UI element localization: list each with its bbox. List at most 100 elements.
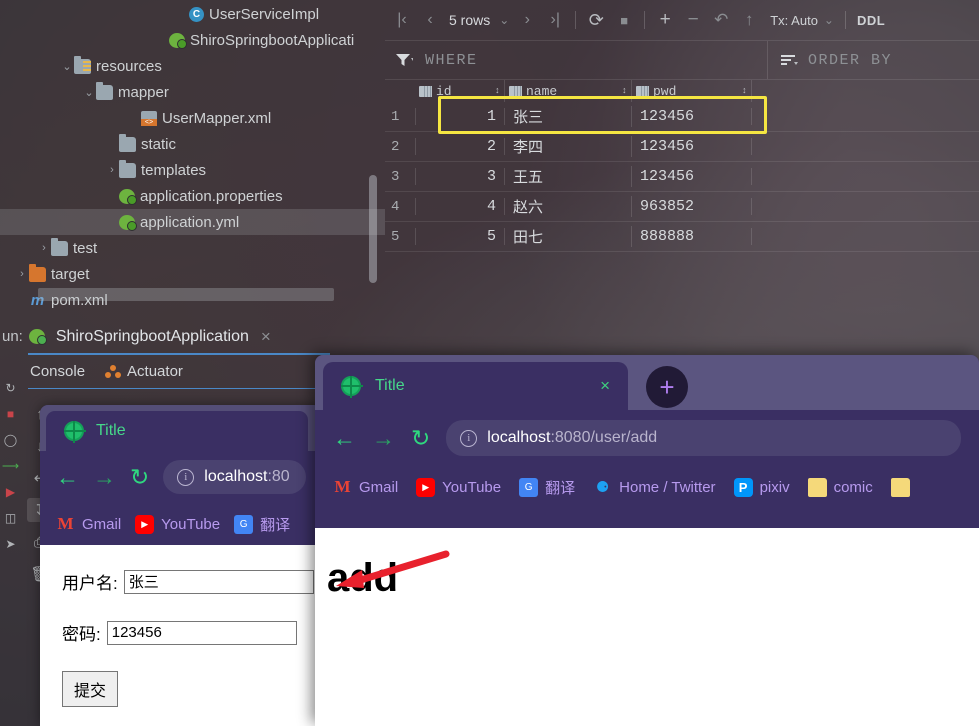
new-tab-button[interactable]: + — [646, 366, 688, 408]
back-icon[interactable]: ← — [56, 465, 79, 489]
cell-id[interactable]: 4 — [415, 198, 505, 215]
close-icon[interactable]: × — [261, 327, 271, 347]
rows-chevron-down-icon[interactable]: ⌄ — [496, 6, 512, 34]
foreground-address-bar[interactable]: i localhost:8080/user/add — [446, 420, 961, 456]
refresh-icon[interactable]: ⟳ — [583, 6, 609, 34]
foreground-browser-tab[interactable]: Title × — [323, 362, 628, 410]
revert-icon[interactable]: ↶ — [708, 6, 734, 34]
grid-column-header-name[interactable]: name ↕ — [505, 80, 632, 102]
bookmark-youtube[interactable]: ▶ YouTube — [135, 514, 220, 534]
forward-icon[interactable]: → — [372, 426, 395, 450]
bookmark-gmail[interactable]: M Gmail — [333, 477, 398, 497]
cell-pwd[interactable]: 963852 — [632, 198, 752, 215]
delete-row-icon[interactable]: − — [680, 6, 706, 34]
cell-id[interactable]: 5 — [415, 228, 505, 245]
sort-icon[interactable] — [780, 53, 798, 67]
close-icon[interactable]: × — [600, 376, 610, 396]
submit-button[interactable]: 提交 — [62, 671, 119, 707]
prev-page-button[interactable]: ‹ — [417, 6, 443, 34]
tree-item-static[interactable]: static — [0, 131, 385, 157]
run-panel-tabs[interactable]: Console Actuator — [0, 355, 330, 388]
database-result-grid[interactable]: id ↕ name ↕ pwd ↕ 1 1 张三 123456 2 2 李四 123456 3 3 王五 123… — [385, 80, 979, 320]
project-tree-horizontal-scrollbar[interactable] — [38, 288, 334, 301]
bookmark-pixiv[interactable]: Ppixiv — [733, 477, 790, 497]
grid-row[interactable]: 3 3 王五 123456 — [385, 162, 979, 192]
submit-icon[interactable]: ↑ — [736, 6, 762, 34]
gutter-resume-icon[interactable]: ⟶ — [0, 453, 21, 479]
add-row-icon[interactable]: + — [652, 6, 678, 34]
tree-item-target[interactable]: › target — [0, 261, 385, 287]
tree-item-application-properties[interactable]: application.properties — [0, 183, 385, 209]
tab-actuator[interactable]: Actuator — [105, 363, 183, 380]
cell-name[interactable]: 田七 — [505, 226, 632, 247]
bookmark-home---twitter[interactable]: ⚈ Home / Twitter — [593, 478, 716, 497]
grid-column-header-id[interactable]: id ↕ — [415, 80, 505, 102]
foreground-bookmarks-bar[interactable]: M Gmail ▶ YouTube G 翻译 ⚈ Home / Twitter Ppixiv co… — [315, 466, 979, 508]
rows-count-label[interactable]: 5 rows — [445, 12, 494, 28]
tree-item-shirospringbootapplicati[interactable]: ShiroSpringbootApplicati — [0, 27, 385, 53]
chevron-right-icon[interactable]: › — [15, 268, 29, 280]
sort-arrow-icon[interactable]: ↕ — [495, 86, 500, 96]
cell-name[interactable]: 张三 — [505, 106, 632, 127]
back-icon[interactable]: ← — [333, 426, 356, 450]
order-by-label[interactable]: ORDER BY — [808, 52, 892, 69]
filter-icon[interactable] — [395, 53, 413, 67]
background-bookmarks-bar[interactable]: M Gmail ▶ YouTube G 翻译 — [40, 503, 322, 545]
ddl-button[interactable]: DDL — [857, 13, 885, 28]
cell-name[interactable]: 王五 — [505, 166, 632, 187]
gutter-camera-icon[interactable]: ◯ — [0, 427, 21, 453]
grid-column-header-pwd[interactable]: pwd ↕ — [632, 80, 752, 102]
bookmark-comic[interactable]: comic — [807, 477, 873, 497]
gutter-stop-icon[interactable]: ■ — [0, 401, 21, 427]
browser-window-background[interactable]: Title ← → ↻ i localhost:80 M Gmail ▶ YouTub… — [40, 405, 322, 726]
gutter-record-icon[interactable]: ▶ — [0, 479, 21, 505]
gutter-pin-icon[interactable]: ➤ — [0, 531, 21, 557]
reload-icon[interactable]: ↻ — [130, 465, 149, 489]
cell-pwd[interactable]: 888888 — [632, 228, 752, 245]
project-tree-vertical-scrollbar[interactable] — [369, 175, 377, 283]
tree-item-usermapper-xml[interactable]: UserMapper.xml — [0, 105, 385, 131]
grid-row[interactable]: 4 4 赵六 963852 — [385, 192, 979, 222]
bookmark-gmail[interactable]: M Gmail — [56, 514, 121, 534]
cell-name[interactable]: 赵六 — [505, 196, 632, 217]
grid-row[interactable]: 5 5 田七 888888 — [385, 222, 979, 252]
tree-item-mapper[interactable]: ⌄ mapper — [0, 79, 385, 105]
background-address-bar[interactable]: i localhost:80 — [163, 460, 306, 494]
grid-row[interactable]: 1 1 张三 123456 — [385, 102, 979, 132]
tree-item-userserviceimpl[interactable]: C UserServiceImpl — [0, 1, 385, 27]
bookmark-folder[interactable] — [890, 477, 910, 497]
forward-icon[interactable]: → — [93, 465, 116, 489]
chevron-right-icon[interactable]: › — [37, 242, 51, 254]
tree-item-test[interactable]: › test — [0, 235, 385, 261]
info-icon[interactable]: i — [177, 468, 195, 486]
chevron-right-icon[interactable]: › — [105, 164, 119, 176]
cell-pwd[interactable]: 123456 — [632, 138, 752, 155]
reload-icon[interactable]: ↻ — [411, 426, 430, 450]
tree-item-resources[interactable]: ⌄ resources — [0, 53, 385, 79]
background-browser-tab[interactable]: Title — [46, 411, 308, 451]
tree-item-application-yml[interactable]: application.yml — [0, 209, 385, 235]
cell-pwd[interactable]: 123456 — [632, 168, 752, 185]
transaction-mode-label[interactable]: Tx: Auto — [770, 13, 818, 28]
sort-arrow-icon[interactable]: ↕ — [742, 86, 747, 96]
project-tree-panel[interactable]: m pom.xml › target › test application.yml appli… — [0, 0, 385, 320]
info-icon[interactable]: i — [460, 429, 478, 447]
next-page-button[interactable]: › — [514, 6, 540, 34]
gutter-rerun-icon[interactable]: ↻ — [0, 375, 21, 401]
password-input[interactable] — [106, 620, 297, 645]
browser-window-foreground[interactable]: Title × + ← → ↻ i localhost:8080/user/ad… — [315, 355, 979, 726]
grid-body[interactable]: 1 1 张三 123456 2 2 李四 123456 3 3 王五 123456 4 4 赵六 963852… — [385, 102, 979, 252]
cell-id[interactable]: 1 — [415, 108, 505, 125]
bookmark---[interactable]: G 翻译 — [234, 514, 290, 535]
cell-id[interactable]: 3 — [415, 168, 505, 185]
sort-arrow-icon[interactable]: ↕ — [622, 86, 627, 96]
chevron-down-icon[interactable]: ⌄ — [60, 60, 74, 73]
bookmark-youtube[interactable]: ▶ YouTube — [416, 477, 501, 497]
cell-id[interactable]: 2 — [415, 138, 505, 155]
run-config-name[interactable]: ShiroSpringbootApplication — [56, 328, 249, 346]
last-page-button[interactable]: ›| — [542, 6, 568, 34]
cell-name[interactable]: 李四 — [505, 136, 632, 157]
username-input[interactable] — [123, 569, 314, 594]
first-page-button[interactable]: |‹ — [389, 6, 415, 34]
gutter-layout-icon[interactable]: ◫ — [0, 505, 21, 531]
